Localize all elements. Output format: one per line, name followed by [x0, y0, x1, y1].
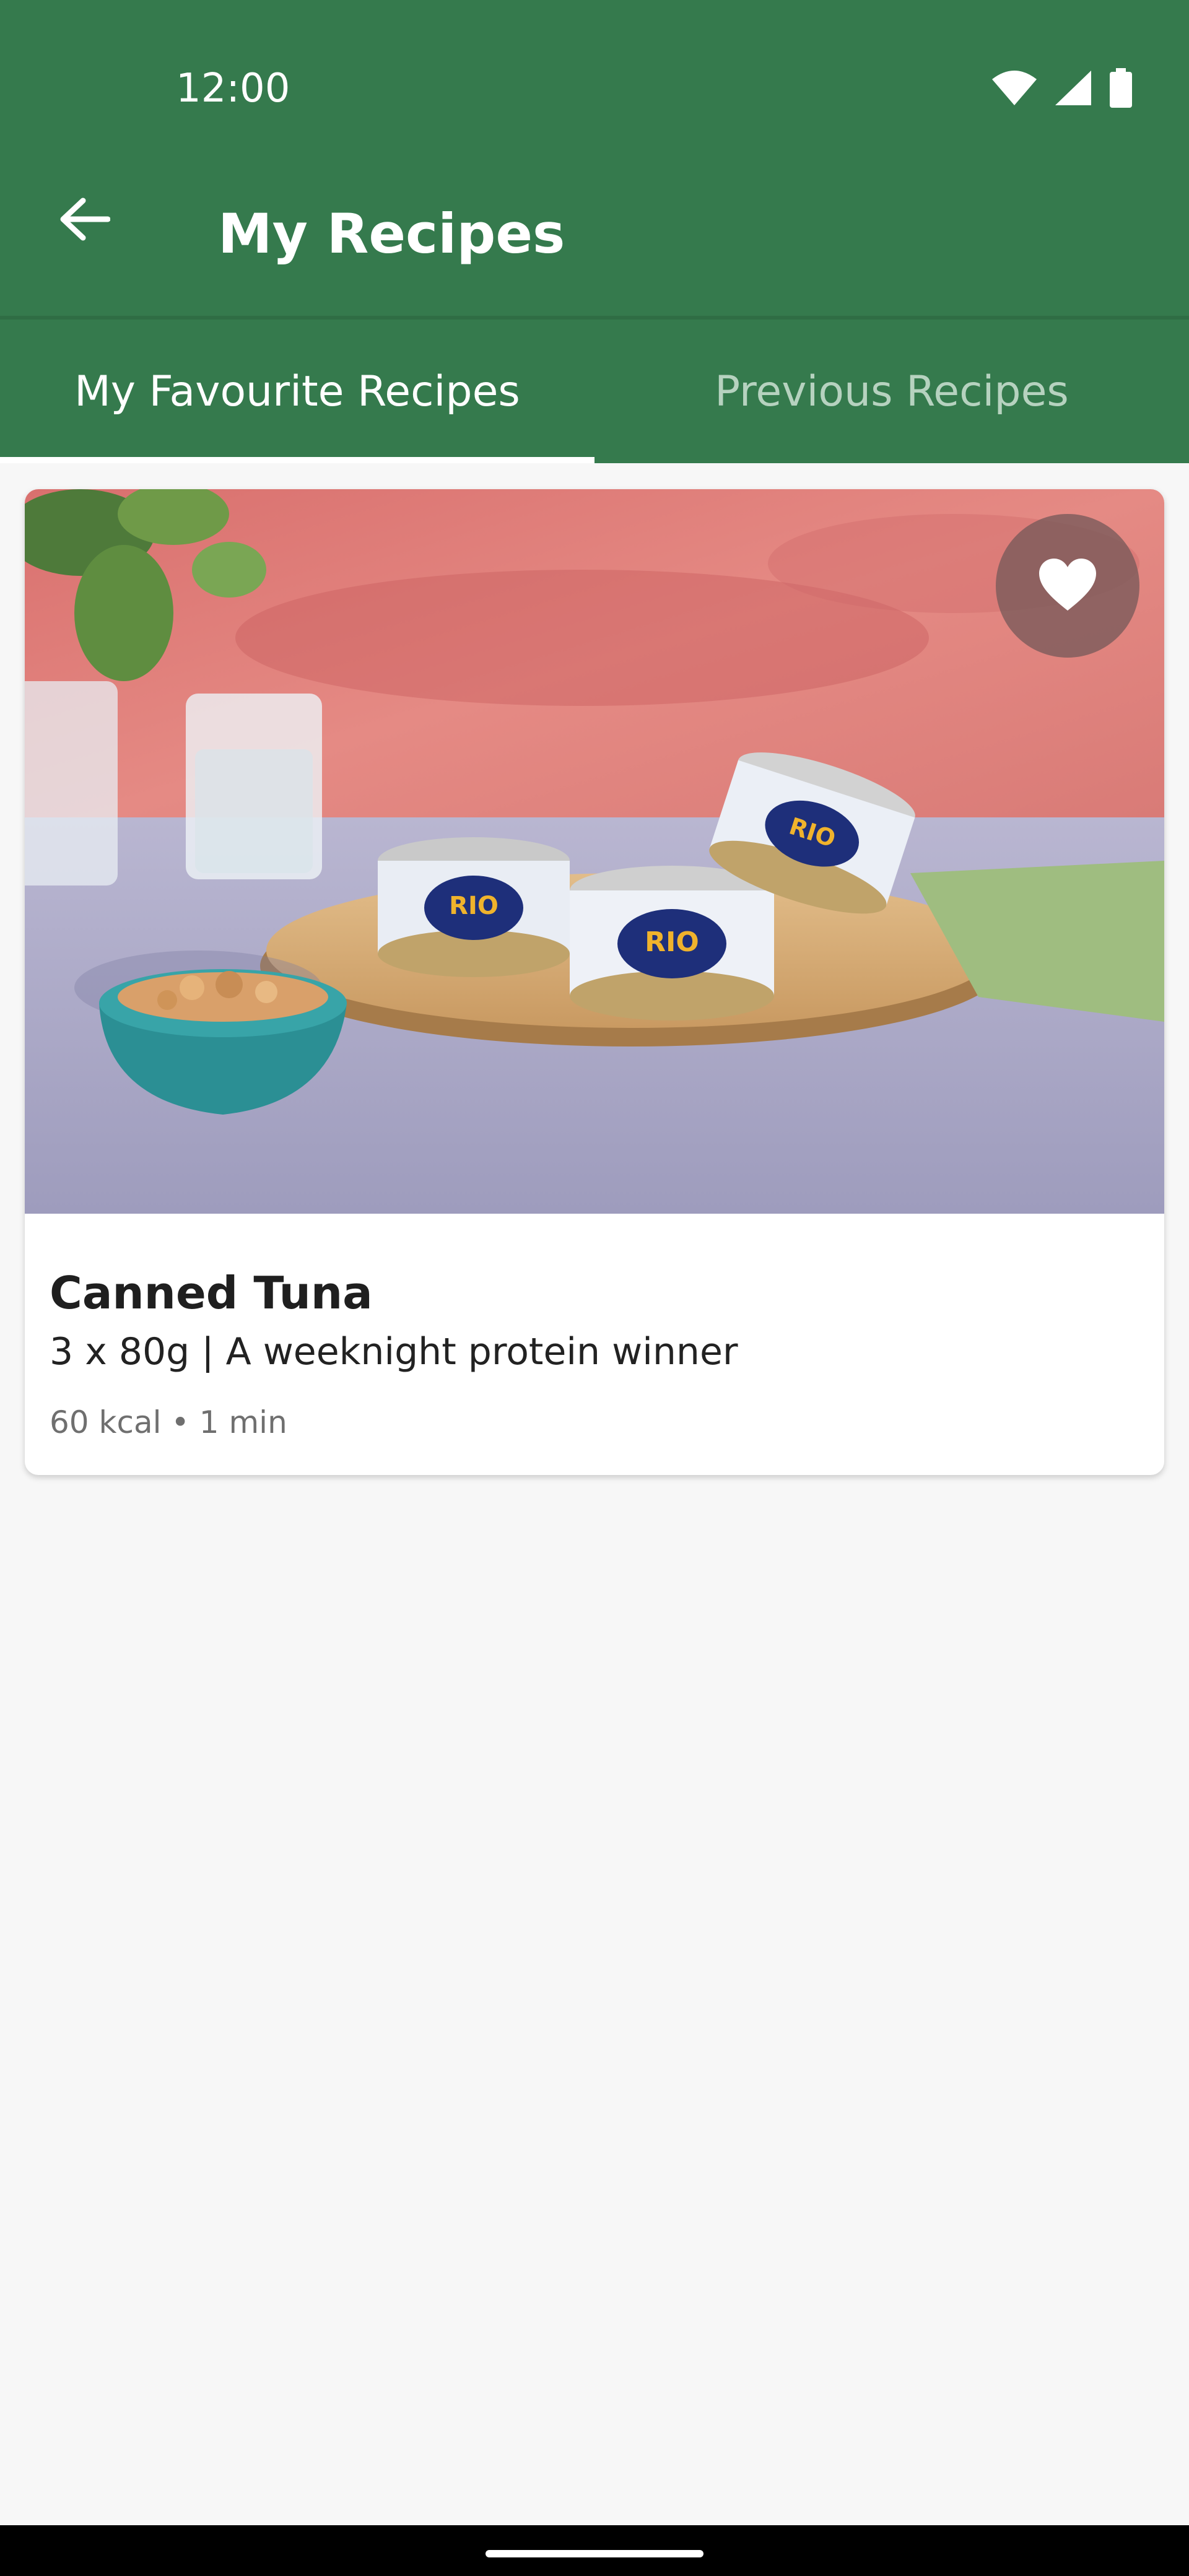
recipe-subtitle: 3 x 80g | A weeknight protein winner: [50, 1330, 738, 1373]
recipe-meta: 60 kcal • 1 min: [50, 1404, 287, 1440]
status-time: 12:00: [176, 66, 290, 111]
heart-icon: [1038, 557, 1097, 614]
status-bar: 12:00: [0, 0, 1189, 124]
recipe-title: Canned Tuna: [50, 1267, 373, 1319]
app-bar: [0, 124, 1189, 317]
tab-label: Previous Recipes: [715, 367, 1069, 416]
tab-my-favourite-recipes[interactable]: My Favourite Recipes: [0, 320, 594, 463]
recipe-card[interactable]: RIO RIO RIO Canned Tuna 3 x 80g | A week…: [25, 489, 1164, 1475]
tab-previous-recipes[interactable]: Previous Recipes: [594, 320, 1189, 463]
cellular-signal-icon: [1054, 69, 1092, 109]
tab-label: My Favourite Recipes: [74, 367, 520, 416]
page-title: My Recipes: [218, 202, 565, 266]
home-handle[interactable]: [486, 2550, 703, 2557]
battery-icon: [1108, 68, 1133, 110]
status-icons: [991, 68, 1133, 110]
favourite-button[interactable]: [996, 514, 1139, 658]
svg-text:RIO: RIO: [645, 926, 699, 958]
arrow-left-icon: [58, 197, 111, 244]
tab-bar: My Favourite Recipes Previous Recipes: [0, 320, 1189, 463]
recipe-image: RIO RIO RIO: [25, 489, 1164, 1214]
wifi-icon: [991, 69, 1038, 109]
svg-text:RIO: RIO: [449, 892, 499, 920]
tab-selected-indicator: [0, 457, 594, 463]
back-button[interactable]: [47, 183, 121, 258]
